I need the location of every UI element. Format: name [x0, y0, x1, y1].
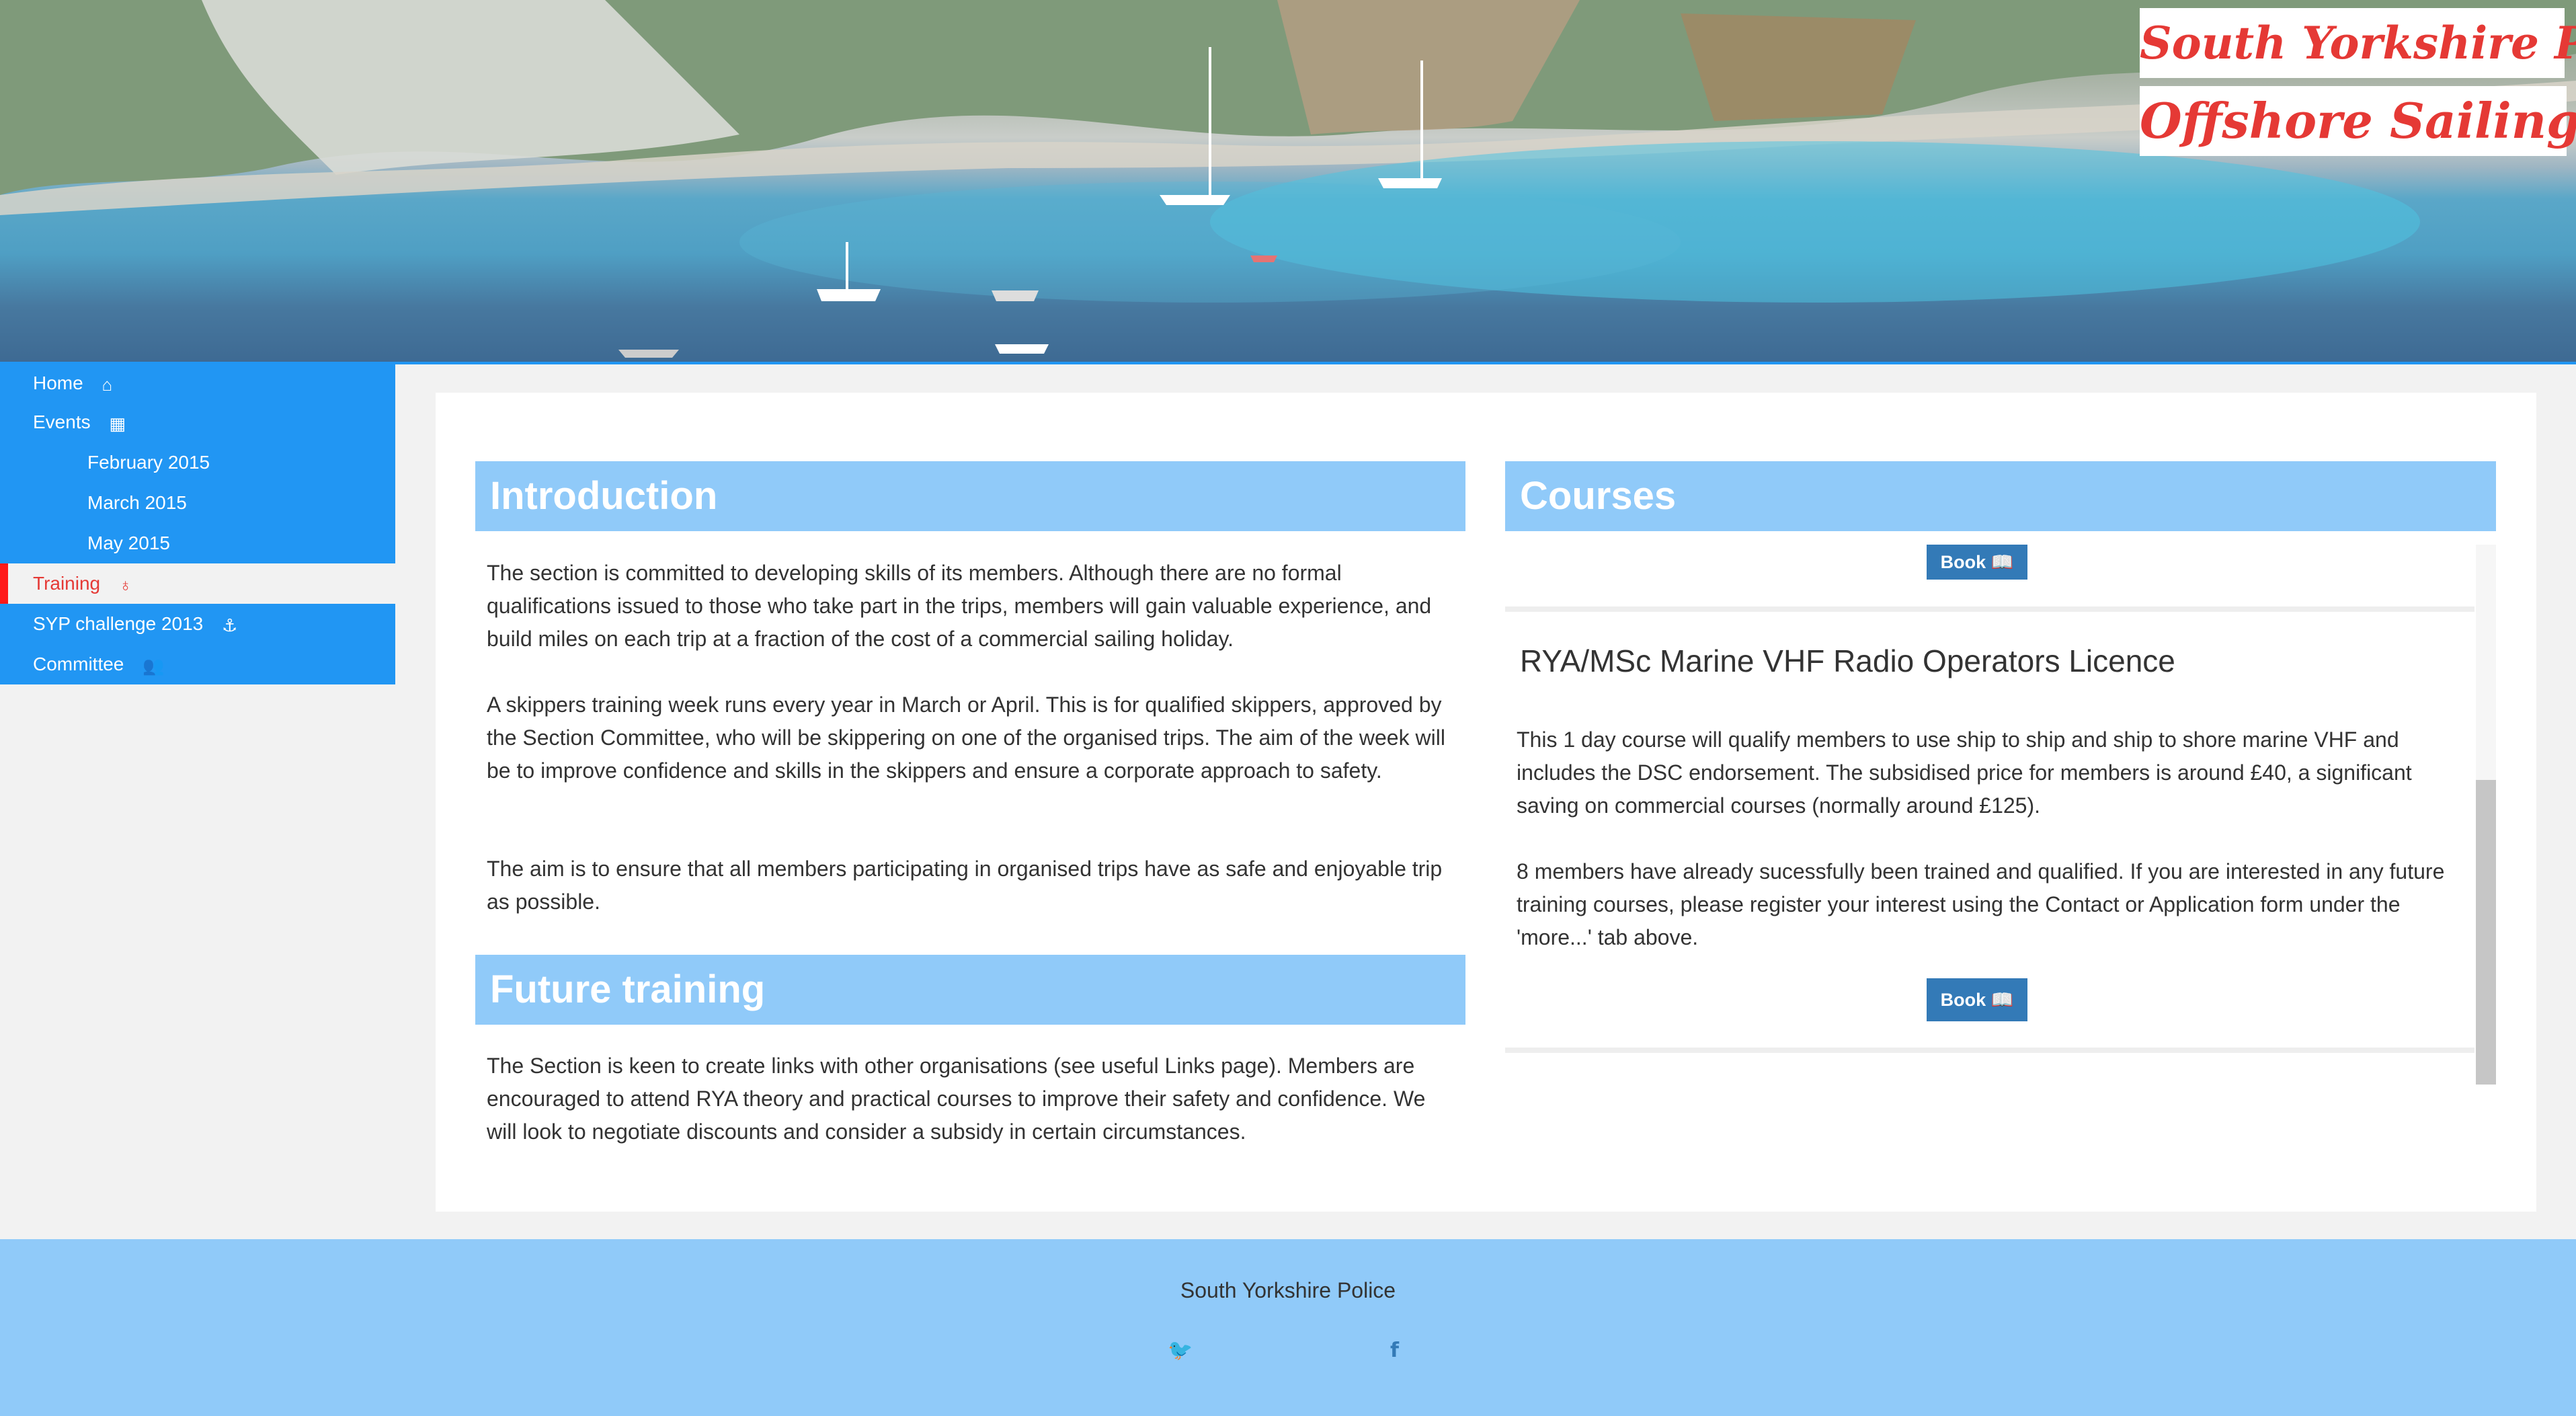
footer-text: South Yorkshire Police	[1180, 1278, 1396, 1302]
sidebar-item-label: March 2015	[87, 492, 187, 513]
book-icon: 📖	[1990, 990, 2014, 1010]
sidebar-item-committee[interactable]: Committee 👥	[0, 644, 395, 684]
site-title-line2[interactable]: Offshore Sailing	[2140, 86, 2576, 156]
site-title-line1[interactable]: South Yorkshire Police	[2140, 8, 2576, 78]
courses-heading: Courses	[1505, 461, 2496, 531]
introduction-paragraph: The section is committed to developing s…	[487, 561, 1432, 651]
courses-scroll-panel[interactable]: Book 📖 RYA/MSc Marine VHF Radio Operator…	[1505, 545, 2496, 1085]
sidebar-item-label: Home	[33, 372, 83, 393]
introduction-heading: Introduction	[475, 461, 1465, 531]
header-banner: South Yorkshire Police Offshore Sailing	[0, 0, 2576, 362]
facebook-icon[interactable]: f	[1390, 1339, 1399, 1362]
sidebar-item-training[interactable]: Training ♁	[0, 563, 395, 604]
calendar-icon: ▦	[109, 413, 126, 434]
sidebar-item-home[interactable]: Home ⌂	[0, 364, 395, 402]
anchor-icon: ⚓	[222, 615, 238, 635]
introduction-paragraph: A skippers training week runs every year…	[487, 693, 1445, 783]
sidebar-item-may-2015[interactable]: May 2015	[0, 523, 395, 563]
sidebar-item-label: Training	[33, 573, 101, 594]
book-button[interactable]: Book 📖	[1927, 545, 2027, 580]
future-training-heading: Future training	[475, 955, 1465, 1025]
introduction-paragraph: The aim is to ensure that all members pa…	[487, 857, 1443, 914]
book-button[interactable]: Book 📖	[1927, 978, 2027, 1021]
sidebar-item-label: Committee	[33, 654, 124, 674]
course-description: This 1 day course will qualify members t…	[1517, 727, 2412, 818]
course-title: RYA/MSc Marine VHF Radio Operators Licen…	[1520, 643, 2175, 678]
future-training-paragraph: The Section is keen to create links with…	[487, 1054, 1426, 1144]
sidebar-item-label: February 2015	[87, 452, 210, 473]
book-icon: 📖	[1990, 552, 2014, 572]
sidebar-item-events[interactable]: Events ▦	[0, 402, 395, 442]
course-separator	[1505, 606, 2474, 612]
sidebar-item-syp-challenge-2013[interactable]: SYP challenge 2013 ⚓	[0, 604, 395, 644]
course-description: 8 members have already sucessfully been …	[1517, 859, 2445, 949]
footer: South Yorkshire Police 🐦 f	[0, 1239, 2576, 1416]
twitter-icon[interactable]: 🐦	[1168, 1339, 1193, 1362]
lightbulb-icon: ♁	[118, 574, 132, 595]
sidebar-item-label: SYP challenge 2013	[33, 613, 204, 634]
sidebar-item-label: Events	[33, 411, 91, 432]
users-icon: 👥	[143, 655, 165, 676]
home-icon: ⌂	[102, 374, 113, 395]
sidebar-item-february-2015[interactable]: February 2015	[0, 442, 395, 483]
course-separator	[1505, 1048, 2474, 1053]
sidebar-item-march-2015[interactable]: March 2015	[0, 483, 395, 523]
sidebar-item-label: May 2015	[87, 533, 170, 553]
scrollbar-thumb[interactable]	[2476, 780, 2496, 1085]
sidebar-nav: Home ⌂ Events ▦ February 2015 March 2015…	[0, 364, 395, 684]
